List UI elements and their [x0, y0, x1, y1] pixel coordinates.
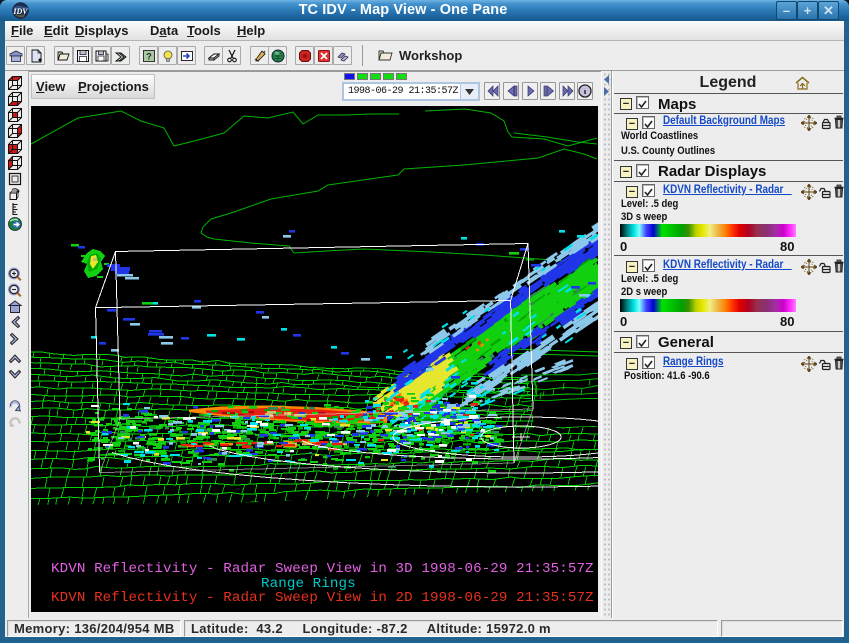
svg-text:KDVN Reflectivity - Radar Swee: KDVN Reflectivity - Radar Sweep View in … — [51, 590, 594, 606]
svg-text:KDVN Reflectivity - Radar Swee: KDVN Reflectivity - Radar Sweep View in … — [51, 561, 594, 577]
svg-text:IDV: IDV — [12, 7, 28, 16]
svg-text:?: ? — [146, 52, 152, 62]
